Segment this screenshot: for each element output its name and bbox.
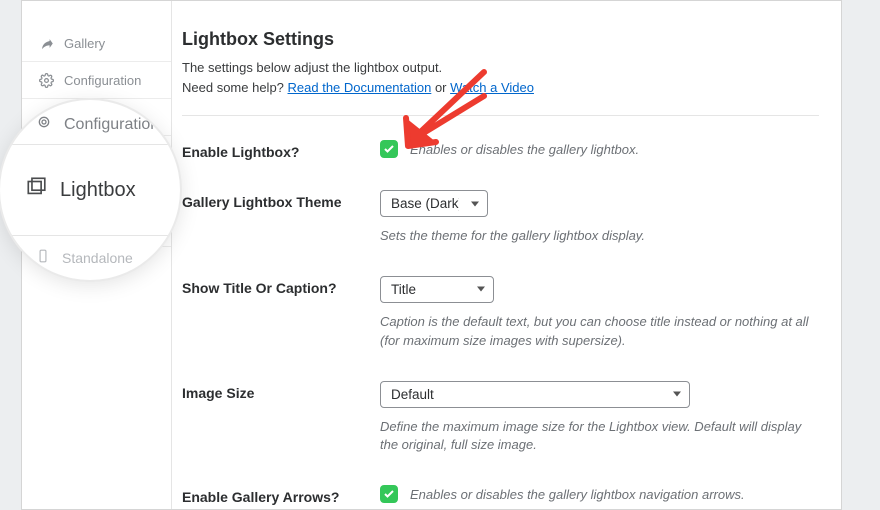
sidebar-item-configuration[interactable]: Configuration bbox=[22, 62, 171, 99]
lightbox-icon bbox=[26, 176, 48, 204]
enable-lightbox-desc: Enables or disables the gallery lightbox… bbox=[410, 142, 639, 157]
theme-label: Gallery Lightbox Theme bbox=[182, 190, 380, 210]
arrows-checkbox[interactable] bbox=[380, 485, 398, 503]
theme-select[interactable]: Base (Dark) bbox=[380, 190, 488, 217]
sidebar-item-gallery[interactable]: Gallery bbox=[22, 25, 171, 62]
enable-lightbox-checkbox[interactable] bbox=[380, 140, 398, 158]
gear-icon bbox=[38, 72, 54, 88]
page-title: Lightbox Settings bbox=[182, 29, 819, 50]
title-caption-label: Show Title Or Caption? bbox=[182, 276, 380, 296]
doc-link[interactable]: Read the Documentation bbox=[288, 80, 432, 95]
image-size-select[interactable]: Default bbox=[380, 381, 690, 408]
intro-text: The settings below adjust the lightbox o… bbox=[182, 60, 442, 75]
arrows-label: Enable Gallery Arrows? bbox=[182, 485, 380, 505]
video-link[interactable]: Watch a Video bbox=[450, 80, 534, 95]
main-content: Lightbox Settings The settings below adj… bbox=[172, 1, 841, 509]
image-size-label: Image Size bbox=[182, 381, 380, 401]
image-size-help: Define the maximum image size for the Li… bbox=[380, 418, 819, 456]
bubble-bottom: Standalone bbox=[62, 250, 133, 266]
magnifier-callout: Configuration Lightbox Standalone bbox=[0, 100, 180, 280]
intro-or: or bbox=[431, 80, 450, 95]
bubble-main: Lightbox bbox=[60, 179, 136, 202]
sidebar-item-label: Configuration bbox=[64, 73, 141, 88]
intro-help: Need some help? bbox=[182, 80, 288, 95]
sidebar-item-label: Gallery bbox=[64, 36, 105, 51]
arrows-desc: Enables or disables the gallery lightbox… bbox=[410, 487, 745, 502]
leaf-icon bbox=[38, 35, 54, 51]
theme-help: Sets the theme for the gallery lightbox … bbox=[380, 227, 819, 246]
title-caption-help: Caption is the default text, but you can… bbox=[380, 313, 819, 351]
enable-lightbox-label: Enable Lightbox? bbox=[182, 140, 380, 160]
divider bbox=[182, 115, 819, 116]
title-caption-select[interactable]: Title bbox=[380, 276, 494, 303]
mobile-icon bbox=[36, 249, 50, 266]
